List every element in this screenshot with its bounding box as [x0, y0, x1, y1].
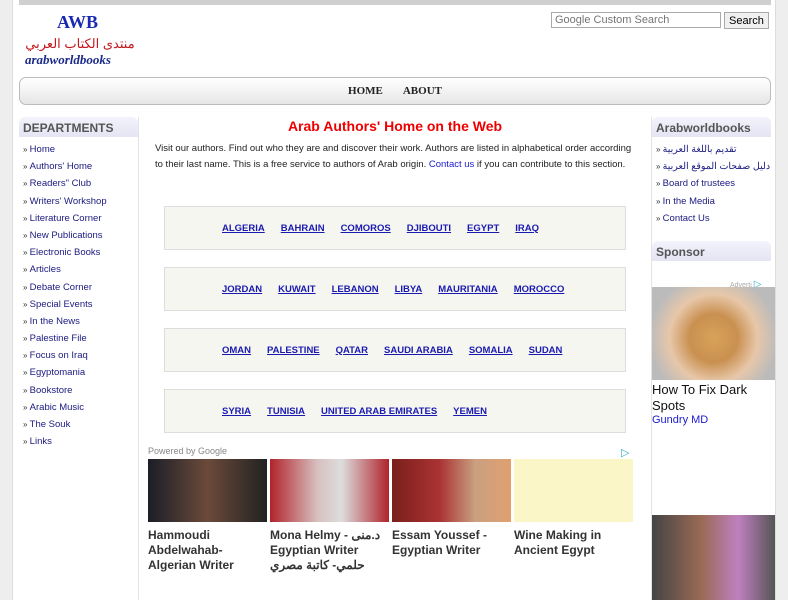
sidebar-item[interactable]: Authors' Home [23, 158, 138, 175]
sidebar-item[interactable]: Readers" Club [23, 175, 138, 192]
ad-card-title[interactable]: Wine Making in Ancient Egypt [514, 528, 633, 558]
sponsor-ad-title[interactable]: How To Fix Dark Spots [652, 382, 771, 414]
powered-by-google: Powered by Google [148, 446, 228, 456]
ad-card-title[interactable]: Hammoudi Abdelwahab-Algerian Writer [148, 528, 267, 573]
ad-card[interactable]: Essam Youssef - Egyptian Writer [392, 459, 511, 573]
sidebar-item[interactable]: Links [23, 433, 138, 450]
sponsor-title: Sponsor [652, 240, 771, 261]
sponsor-ad-image[interactable] [652, 287, 775, 380]
ad-card-image[interactable] [270, 459, 389, 522]
ad-card-title[interactable]: Mona Helmy - د.منى Egyptian Writer حلمي-… [270, 528, 389, 573]
ad-card-title[interactable]: Essam Youssef - Egyptian Writer [392, 528, 511, 558]
country-link[interactable]: IRAQ [515, 223, 539, 234]
departments-sidebar: DEPARTMENTS HomeAuthors' HomeReaders" Cl… [19, 117, 139, 600]
search-button[interactable]: Search [724, 12, 769, 29]
sidebar-item[interactable]: Arabic Music [23, 399, 138, 416]
country-link[interactable]: TUNISIA [267, 406, 305, 417]
logo-domain: arabworldbooks [25, 52, 111, 67]
country-link[interactable]: KUWAIT [278, 284, 315, 295]
sidebar-item[interactable]: Writers' Workshop [23, 193, 138, 210]
sidebar-item[interactable]: دليل صفحات الموقع العربية [656, 158, 771, 175]
sidebar-item[interactable]: In the Media [656, 193, 771, 210]
country-link[interactable]: SOMALIA [469, 345, 513, 356]
country-link[interactable]: LIBYA [395, 284, 423, 295]
country-row: ALGERIA BAHRAIN COMOROS DJIBOUTI EGYPT IRAQ [164, 206, 626, 250]
country-row: JORDAN KUWAIT LEBANON LIBYA MAURITANIA MOROCC… [164, 267, 626, 311]
sidebar-item[interactable]: Literature Corner [23, 210, 138, 227]
ad-card[interactable]: Wine Making in Ancient Egypt [514, 459, 633, 573]
country-link[interactable]: SAUDI ARABIA [384, 345, 453, 356]
country-row: SYRIA TUNISIA UNITED ARAB EMIRATES YEMEN [164, 389, 626, 433]
country-link[interactable]: UNITED ARAB EMIRATES [321, 406, 437, 417]
country-link[interactable]: EGYPT [467, 223, 499, 234]
sidebar-item[interactable]: Egyptomania [23, 364, 138, 381]
ad-card[interactable]: Hammoudi Abdelwahab-Algerian Writer [148, 459, 267, 573]
sponsor-ad-image-2[interactable] [652, 515, 775, 600]
main-nav: HOME ABOUT [19, 77, 771, 105]
country-link[interactable]: MOROCCO [514, 284, 565, 295]
sidebar-item[interactable]: In the News [23, 313, 138, 330]
ad-card[interactable]: Mona Helmy - د.منى Egyptian Writer حلمي-… [270, 459, 389, 573]
logo-mark: AWB [57, 12, 99, 32]
sidebar-item[interactable]: The Souk [23, 416, 138, 433]
sidebar-item[interactable]: Bookstore [23, 382, 138, 399]
country-link[interactable]: COMOROS [341, 223, 391, 234]
sidebar-item[interactable]: Debate Corner [23, 279, 138, 296]
country-row: OMAN PALESTINE QATAR SAUDI ARABIA SOMALIA SUD… [164, 328, 626, 372]
main-content: Arab Authors' Home on the Web Visit our … [141, 117, 649, 600]
nav-about[interactable]: ABOUT [403, 85, 442, 97]
departments-title: DEPARTMENTS [19, 117, 138, 137]
search-input[interactable] [551, 12, 721, 28]
contact-us-link[interactable]: Contact us [429, 159, 474, 170]
country-link[interactable]: MAURITANIA [438, 284, 497, 295]
page: AWB منتدى الكتاب العربي arabworldbooks S… [12, 0, 776, 600]
nav-home[interactable]: HOME [348, 85, 383, 97]
country-link[interactable]: QATAR [336, 345, 368, 356]
sidebar-item[interactable]: تقديم باللغة العربية [656, 141, 771, 158]
country-link[interactable]: BAHRAIN [281, 223, 325, 234]
country-link[interactable]: ALGERIA [222, 223, 265, 234]
sidebar-item[interactable]: Contact Us [656, 210, 771, 227]
ad-card-image[interactable] [392, 459, 511, 522]
intro-text: Visit our authors. Find out who they are… [155, 143, 632, 170]
ad-card-image[interactable] [514, 459, 633, 522]
page-title: Arab Authors' Home on the Web [287, 118, 503, 134]
sidebar-item[interactable]: Articles [23, 261, 138, 278]
country-link[interactable]: LEBANON [332, 284, 379, 295]
adchoices-icon[interactable]: ▷ [621, 446, 629, 459]
country-link[interactable]: OMAN [222, 345, 251, 356]
sponsor-ad-source[interactable]: Gundry MD [652, 414, 708, 426]
logo-arabic: منتدى الكتاب العربي [25, 36, 135, 51]
country-link[interactable]: DJIBOUTI [407, 223, 451, 234]
sidebar-item[interactable]: Special Events [23, 296, 138, 313]
top-bar [19, 0, 771, 5]
site-logo[interactable]: AWB منتدى الكتاب العربي arabworldbooks [25, 12, 140, 68]
sidebar-item[interactable]: Focus on Iraq [23, 347, 138, 364]
country-link[interactable]: PALESTINE [267, 345, 320, 356]
arabworldbooks-title: Arabworldbooks [652, 117, 771, 137]
sidebar-item[interactable]: Board of trustees [656, 175, 771, 192]
sidebar-item[interactable]: Electronic Books [23, 244, 138, 261]
search-form: Search [551, 12, 769, 29]
country-link[interactable]: SYRIA [222, 406, 251, 417]
sidebar-item[interactable]: Home [23, 141, 138, 158]
country-link[interactable]: YEMEN [453, 406, 487, 417]
right-sidebar: Arabworldbooks تقديم باللغة العربيةدليل … [651, 117, 775, 600]
country-link[interactable]: SUDAN [529, 345, 563, 356]
sidebar-item[interactable]: Palestine File [23, 330, 138, 347]
sidebar-item[interactable]: New Publications [23, 227, 138, 244]
ad-card-image[interactable] [148, 459, 267, 522]
country-link[interactable]: JORDAN [222, 284, 262, 295]
